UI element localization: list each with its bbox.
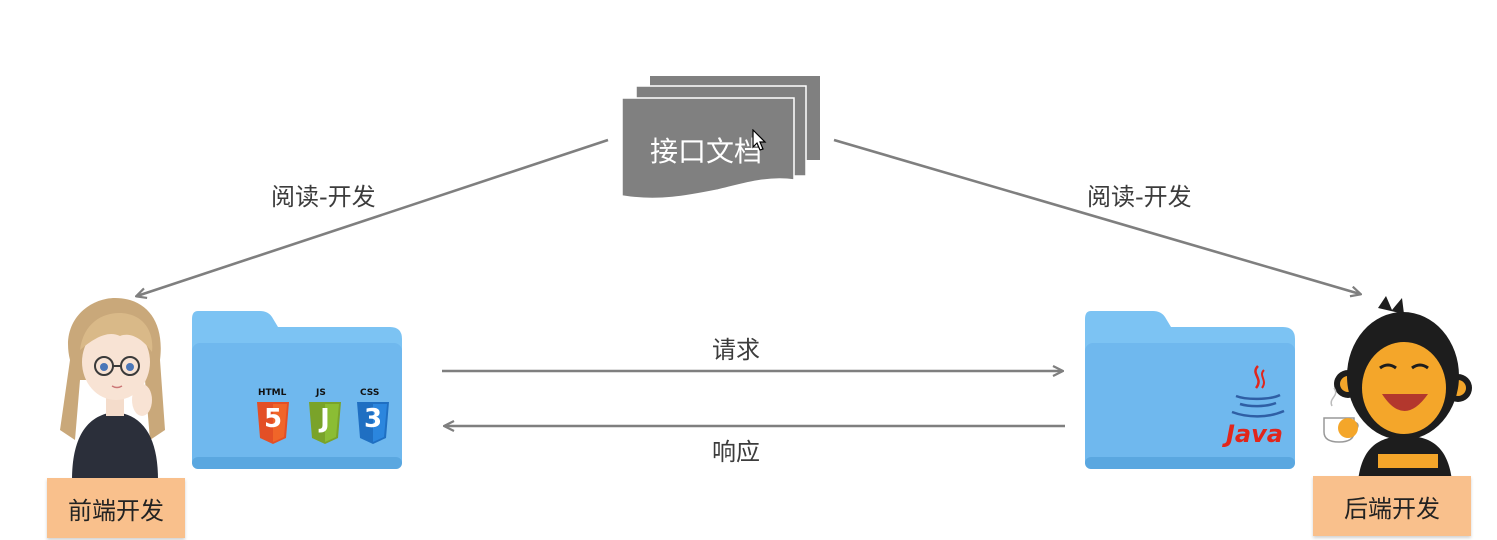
request-label: 请求 bbox=[712, 336, 760, 364]
left-read-label: 阅读-开发 bbox=[271, 183, 376, 211]
css3-badge-label: CSS bbox=[360, 388, 380, 398]
mouse-cursor-icon bbox=[752, 129, 767, 151]
java-logo-text: Java bbox=[1226, 420, 1283, 448]
frontend-role-label: 前端开发 bbox=[47, 478, 185, 538]
response-label: 响应 bbox=[712, 438, 760, 466]
frontend-tech-badges: HTML JS CSS 5 J 3 bbox=[255, 388, 395, 448]
document-label: 接口文档 bbox=[650, 135, 763, 168]
right-read-label: 阅读-开发 bbox=[1087, 183, 1192, 211]
css3-badge-number: 3 bbox=[363, 404, 383, 434]
read-arrow-left bbox=[137, 138, 609, 296]
read-arrow-right bbox=[833, 138, 1360, 294]
js-badge-number: J bbox=[320, 404, 330, 434]
backend-role-label: 后端开发 bbox=[1313, 476, 1471, 536]
java-cup-icon bbox=[1231, 365, 1285, 418]
frontend-developer-avatar bbox=[60, 298, 165, 480]
html5-badge-label: HTML bbox=[258, 388, 287, 398]
html5-badge-number: 5 bbox=[263, 404, 283, 434]
js-badge-label: JS bbox=[316, 388, 326, 398]
backend-developer-avatar bbox=[1323, 296, 1472, 481]
